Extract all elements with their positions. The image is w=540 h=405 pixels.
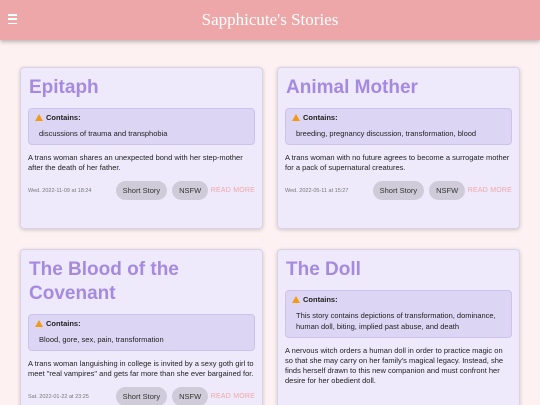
content-warning-box: Contains: discussions of trauma and tran… bbox=[28, 108, 255, 145]
read-more-button[interactable]: READ MORE bbox=[211, 393, 255, 400]
read-more-button[interactable]: READ MORE bbox=[211, 187, 255, 194]
story-date: Wed. 2022-05-11 at 15:27 bbox=[285, 187, 349, 194]
story-card-the-doll: The Doll Contains: This story contains d… bbox=[277, 249, 520, 405]
app-title: Sapphicute's Stories bbox=[201, 10, 339, 29]
menu-icon[interactable] bbox=[8, 12, 20, 26]
contains-label: Contains: bbox=[303, 295, 338, 304]
story-description: A trans woman languishing in college is … bbox=[28, 359, 254, 378]
tag-chip-nsfw[interactable]: NSFW bbox=[429, 181, 466, 200]
content-warning-box: Contains: Blood, gore, sex, pain, transf… bbox=[28, 314, 255, 351]
story-title[interactable]: The Blood of the Covenant bbox=[29, 258, 255, 306]
story-description: A trans woman with no future agrees to b… bbox=[285, 153, 510, 172]
warning-icon bbox=[292, 296, 300, 303]
story-title[interactable]: Animal Mother bbox=[286, 76, 512, 100]
contains-label: Contains: bbox=[46, 113, 81, 122]
tag-chip-nsfw[interactable]: NSFW bbox=[172, 181, 209, 200]
warning-icon bbox=[292, 114, 300, 121]
story-description: A nervous witch orders a human doll in o… bbox=[285, 346, 504, 385]
story-title[interactable]: The Doll bbox=[286, 258, 512, 282]
tag-chip-short-story[interactable]: Short Story bbox=[115, 181, 168, 200]
app-bar: Sapphicute's Stories bbox=[0, 0, 540, 40]
warning-text: This story contains depictions of transf… bbox=[296, 311, 496, 331]
content-warning-box: Contains: breeding, pregnancy discussion… bbox=[285, 108, 512, 145]
warning-icon bbox=[35, 320, 43, 327]
story-date: Sat. 2022-01-22 at 23:25 bbox=[28, 393, 89, 400]
tag-chip-short-story[interactable]: Short Story bbox=[115, 387, 168, 405]
story-card-epitaph: Epitaph Contains: discussions of trauma … bbox=[20, 67, 263, 229]
tag-chip-nsfw[interactable]: NSFW bbox=[172, 387, 209, 405]
read-more-button[interactable]: READ MORE bbox=[468, 187, 512, 194]
tag-chip-short-story[interactable]: Short Story bbox=[372, 181, 425, 200]
contains-label: Contains: bbox=[303, 113, 338, 122]
contains-label: Contains: bbox=[46, 319, 81, 328]
story-card-blood-of-the-covenant: The Blood of the Covenant Contains: Bloo… bbox=[20, 249, 263, 405]
story-card-animal-mother: Animal Mother Contains: breeding, pregna… bbox=[277, 67, 520, 229]
warning-text: discussions of trauma and transphobia bbox=[39, 129, 168, 138]
story-title[interactable]: Epitaph bbox=[29, 76, 255, 100]
story-description: A trans woman shares an unexpected bond … bbox=[28, 153, 243, 172]
warning-text: Blood, gore, sex, pain, transformation bbox=[39, 335, 164, 344]
warning-text: breeding, pregnancy discussion, transfor… bbox=[296, 129, 477, 138]
story-date: Wed. 2022-11-09 at 18:24 bbox=[28, 187, 92, 194]
warning-icon bbox=[35, 114, 43, 121]
content-warning-box: Contains: This story contains depictions… bbox=[285, 290, 512, 338]
